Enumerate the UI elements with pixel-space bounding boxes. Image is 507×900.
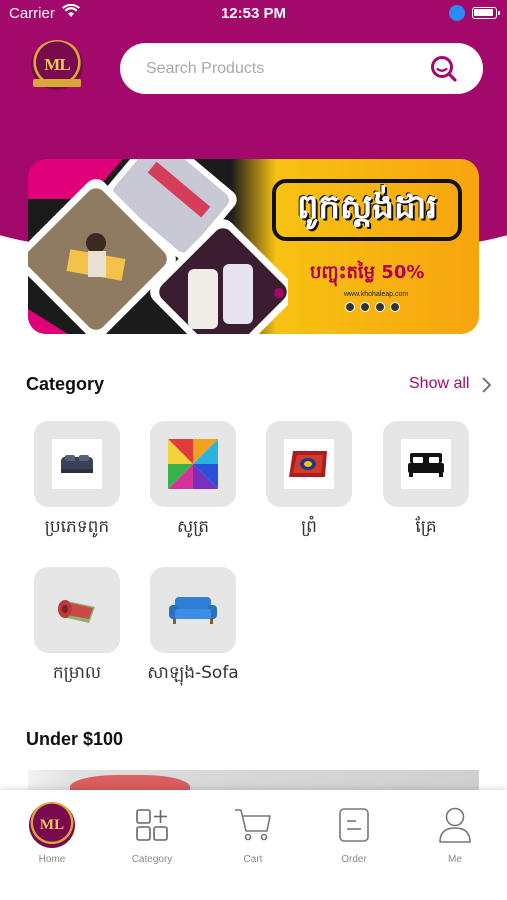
promo-banner[interactable]: ពូកស្តង់ដារ បញ្ចុះតម្លៃ 50% www.khohalea… (28, 159, 479, 334)
search-bar[interactable] (120, 43, 483, 94)
banner-discount: បញ្ចុះតម្លៃ 50% (310, 262, 425, 283)
tab-label: Me (448, 854, 462, 865)
category-tile[interactable] (266, 421, 352, 507)
tab-order[interactable]: Order (309, 800, 399, 865)
category-tile[interactable] (150, 567, 236, 653)
category-item-mattress[interactable]: ប្រភេទពូក (34, 421, 120, 539)
mattress-icon (61, 455, 93, 473)
grid-plus-icon (136, 809, 168, 841)
clock: 12:53 PM (220, 5, 287, 22)
banner-title: ពូកស្តង់ដារ (272, 179, 462, 241)
tab-label: Order (341, 854, 367, 865)
location-icon (449, 5, 465, 21)
app-screen: Carrier 12:53 PM ML Search Products ពូកស… (0, 0, 507, 900)
tab-home-logo-text: ML (39, 816, 65, 833)
carpet-icon (289, 451, 327, 477)
tab-label: Cart (243, 854, 263, 865)
tab-me[interactable]: Me (410, 800, 500, 865)
under-100-section-title: Under $100 (26, 729, 124, 749)
category-tile[interactable] (150, 421, 236, 507)
tab-label: Category (131, 854, 173, 865)
profile-icon (439, 807, 471, 843)
fabric-swatch-icon (168, 439, 218, 489)
category-label: សាឡុង-Sofa (147, 663, 239, 683)
category-section-title: Category (26, 374, 105, 394)
category-tile[interactable] (383, 421, 469, 507)
category-label: កម្រាល (52, 663, 102, 683)
logo-text: ML (44, 55, 70, 74)
battery-icon (472, 7, 500, 19)
tab-label: Home (38, 854, 66, 865)
social-icon (375, 302, 385, 312)
category-label: ព្រំ (301, 517, 317, 537)
category-label: គ្រែ (415, 517, 437, 537)
tab-cart[interactable]: Cart (208, 800, 298, 865)
search-input[interactable] (146, 56, 416, 81)
social-icon (345, 302, 355, 312)
category-item-fabric[interactable]: សូត្រ (150, 421, 236, 539)
banner-photo-collage (28, 159, 288, 334)
home-logo-icon: ML (29, 802, 75, 848)
social-icon (390, 302, 400, 312)
banner-url: www.khohaleap.com (344, 291, 409, 298)
social-icon (360, 302, 370, 312)
tab-category[interactable]: Category (107, 800, 197, 865)
logo-ribbon (33, 79, 81, 87)
category-item-bed[interactable]: គ្រែ (383, 421, 469, 539)
sofa-icon (169, 597, 217, 624)
category-tile[interactable] (34, 421, 120, 507)
category-item-carpet[interactable]: ព្រំ (266, 421, 352, 539)
bed-icon (408, 453, 444, 477)
category-tile[interactable] (34, 567, 120, 653)
show-all-link[interactable]: Show all (409, 375, 469, 393)
banner-social-icons (345, 302, 400, 312)
search-icon[interactable] (430, 55, 458, 83)
chevron-right-icon[interactable] (480, 375, 492, 395)
category-label: សូត្រ (176, 517, 210, 537)
category-label: ប្រភេទពូក (44, 517, 110, 537)
category-item-mat[interactable]: កម្រាល (34, 567, 120, 685)
tab-home[interactable]: ML Home (7, 800, 97, 865)
category-item-sofa[interactable]: សាឡុង-Sofa (147, 567, 239, 685)
order-icon (339, 808, 369, 842)
status-bar: Carrier 12:53 PM (0, 0, 507, 28)
rolled-mat-icon (58, 600, 95, 623)
cart-icon (235, 809, 271, 841)
